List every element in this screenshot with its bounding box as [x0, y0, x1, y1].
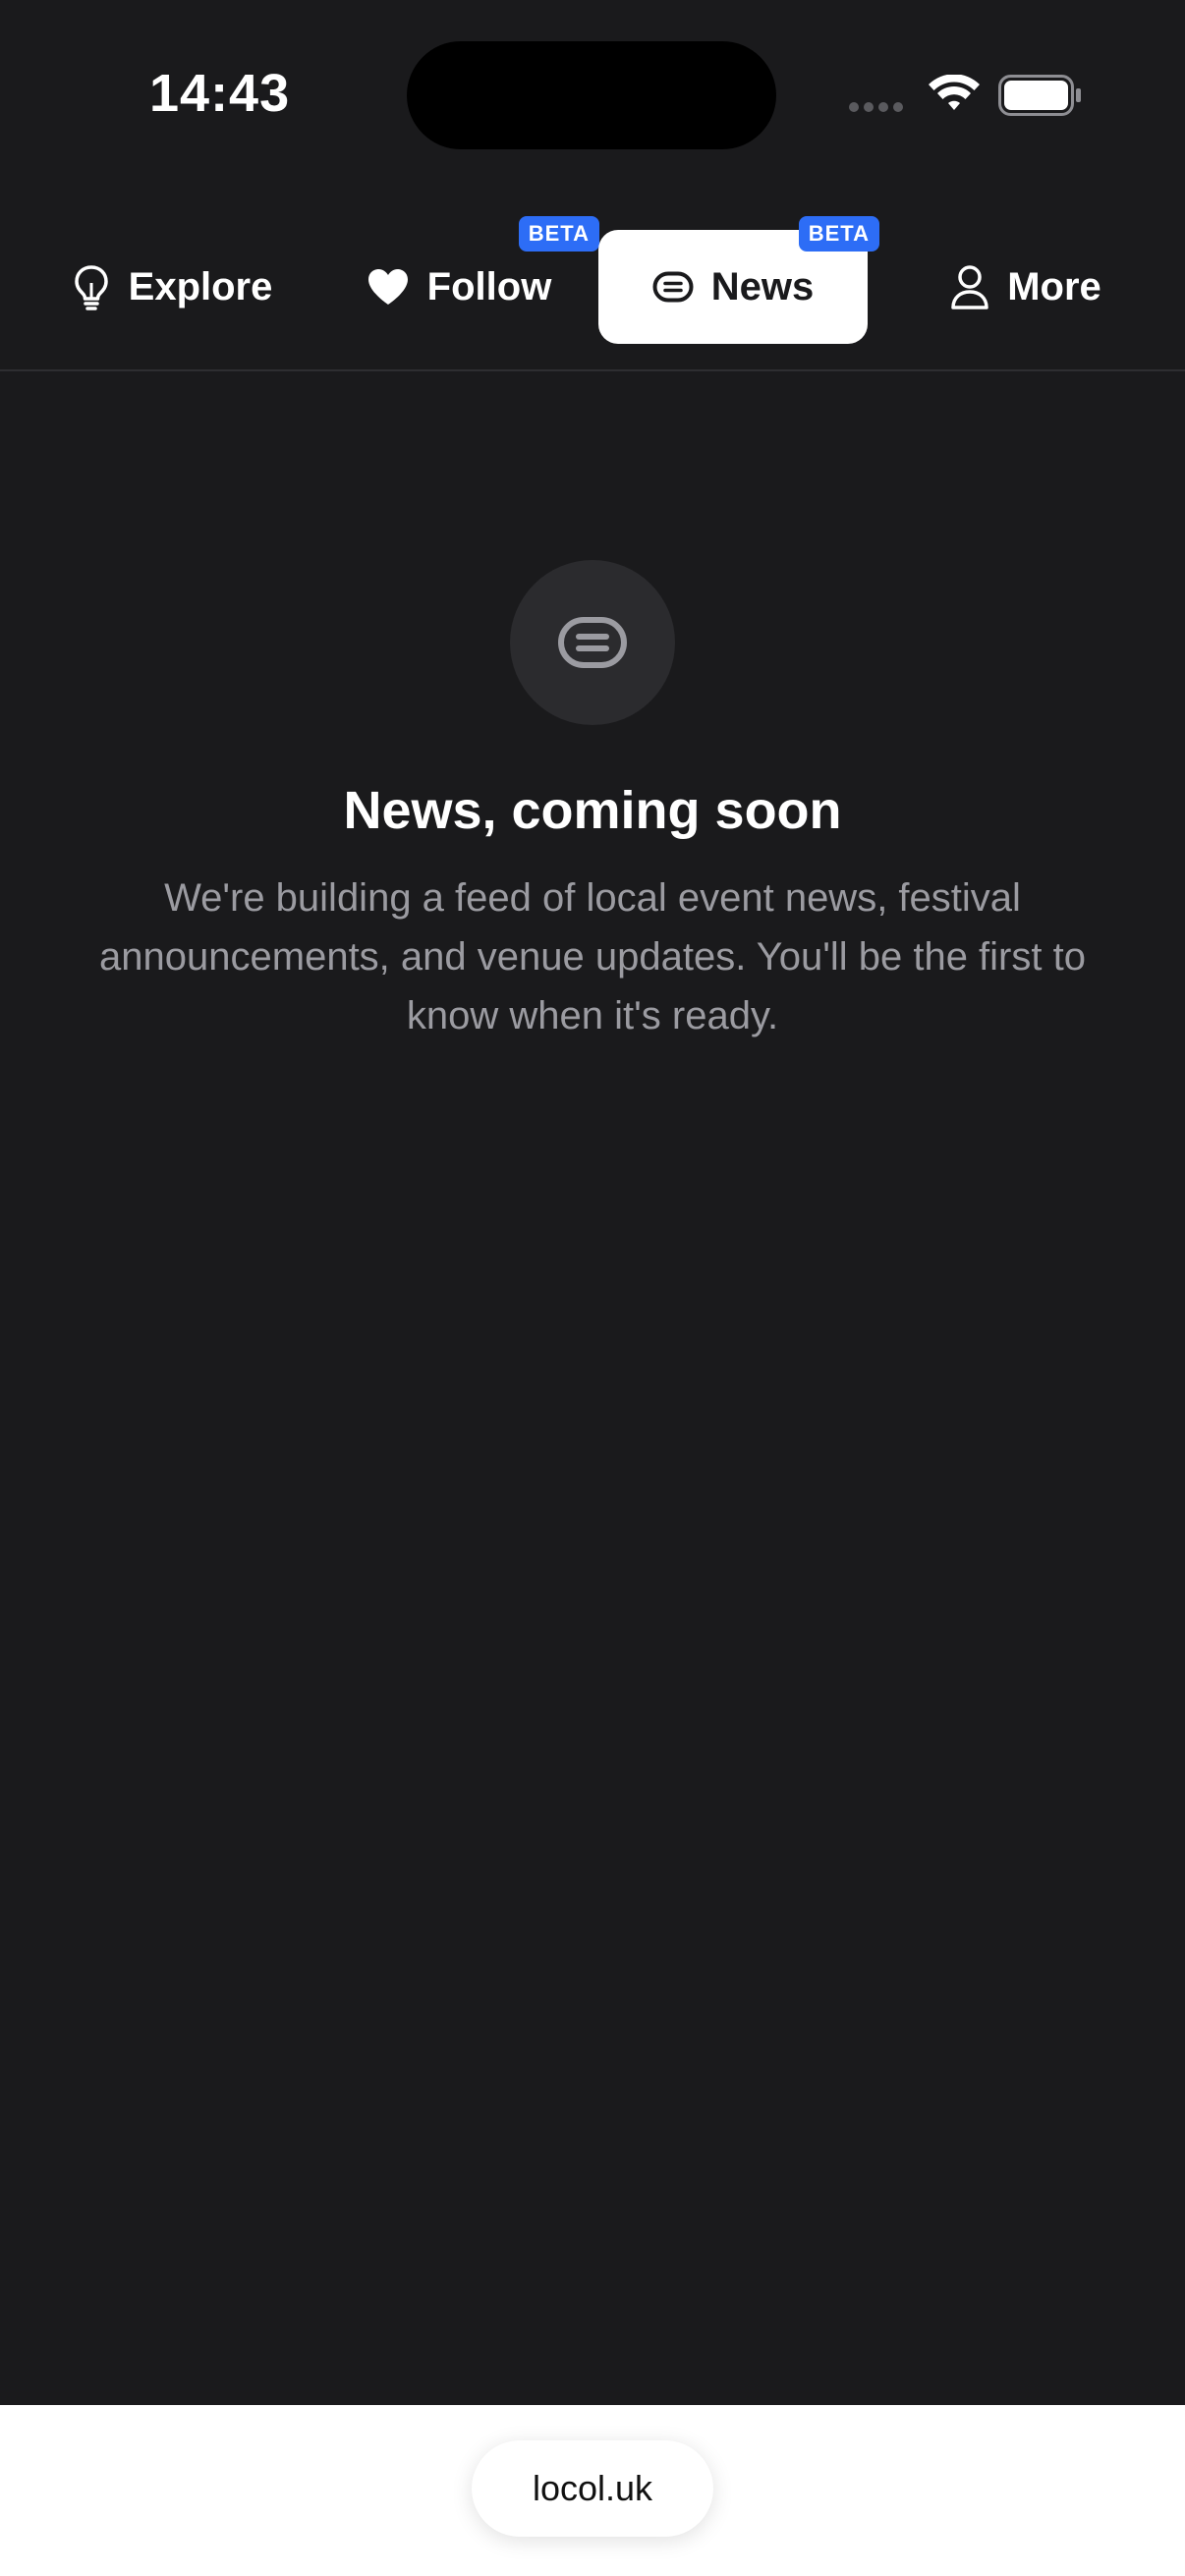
empty-state-title: News, coming soon [343, 781, 842, 840]
capsule-news-icon [652, 271, 694, 303]
tab-follow[interactable]: Follow BETA [346, 216, 599, 344]
wifi-icon [929, 75, 980, 110]
tab-news-label: News [710, 264, 815, 308]
status-time: 14:43 [149, 64, 291, 123]
url-bar[interactable]: locol.uk [472, 2440, 713, 2537]
tab-explore[interactable]: Explore [59, 230, 285, 344]
heart-icon [367, 269, 408, 305]
person-icon [951, 265, 988, 309]
browser-bottom-bar: locol.uk [0, 2405, 1185, 2576]
tab-more-label: More [1007, 264, 1101, 308]
status-bar: 14:43 [0, 0, 1185, 187]
news-empty-state: News, coming soon We're building a feed … [0, 560, 1185, 1045]
dynamic-island [407, 41, 776, 149]
beta-badge: BETA [518, 216, 599, 252]
tab-news[interactable]: News BETA [598, 216, 879, 344]
empty-state-icon-circle [510, 560, 675, 725]
signal-dots-icon [849, 102, 903, 112]
tab-more[interactable]: More [924, 230, 1128, 344]
tab-explore-label: Explore [128, 264, 273, 308]
lightbulb-icon [74, 265, 108, 310]
tab-follow-label: Follow [426, 264, 552, 308]
capsule-news-icon [558, 617, 627, 668]
empty-state-description: We're building a feed of local event new… [99, 876, 1086, 1037]
top-tab-bar: Explore Follow BETA News BETA More [0, 216, 1185, 371]
battery-icon [998, 75, 1081, 116]
beta-badge: BETA [798, 216, 879, 252]
